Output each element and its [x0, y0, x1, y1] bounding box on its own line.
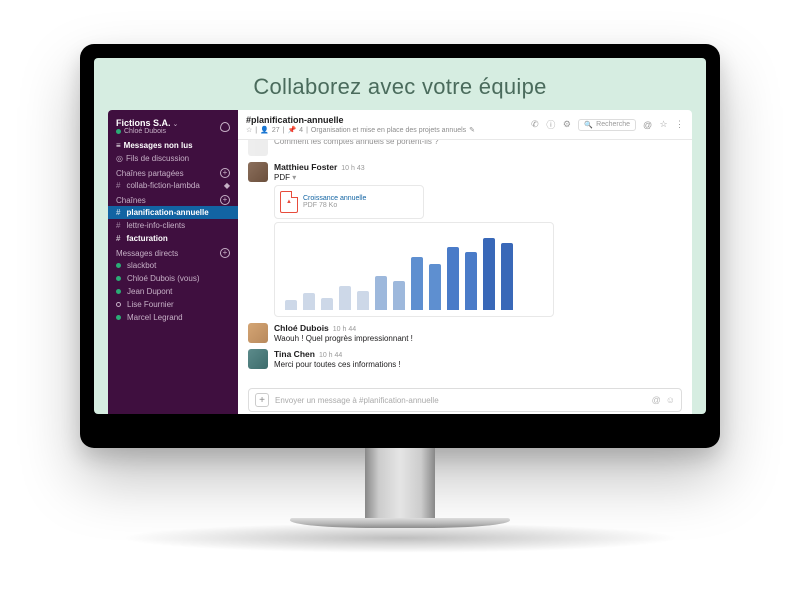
hero-title: Collaborez avec votre équipe: [94, 58, 706, 110]
channel-header: #planification-annuelle ☆ | 👤27 | 📌4 | O…: [238, 110, 692, 140]
pdf-icon: ▲: [280, 191, 298, 213]
unread-label: Messages non lus: [124, 141, 193, 150]
search-placeholder: Recherche: [596, 121, 630, 128]
message-3: Tina Chen 10 h 44 Merci pour toutes ces …: [248, 349, 682, 369]
emoji-icon[interactable]: ☺: [666, 395, 675, 405]
chart-bar: [465, 252, 477, 310]
search-icon: 🔍: [584, 121, 593, 129]
search-input[interactable]: 🔍 Recherche: [578, 119, 636, 131]
members-icon[interactable]: 👤: [260, 126, 269, 134]
message-2: Chloé Dubois 10 h 44 Waouh ! Quel progrè…: [248, 323, 682, 343]
msg-author[interactable]: Matthieu Foster: [274, 162, 337, 172]
chart-bar: [285, 300, 297, 310]
message-1: Matthieu Foster 10 h 43 PDF ▾ ▲ Croissan…: [248, 162, 682, 317]
chart-bar: [501, 243, 513, 310]
threads-link[interactable]: ◎Fils de discussion: [108, 152, 238, 165]
chart-bar: [303, 293, 315, 310]
file-attachment[interactable]: ▲ Croissance annuelle PDF 78 Ko: [274, 185, 424, 219]
more-icon[interactable]: ⋮: [675, 120, 684, 129]
dm-header[interactable]: Messages directs +: [108, 245, 238, 259]
pencil-icon[interactable]: ✎: [469, 126, 475, 134]
file-name: Croissance annuelle: [303, 195, 366, 202]
dm-heading: Messages directs: [116, 249, 178, 258]
chart-bar: [483, 238, 495, 310]
slack-app: Fictions S.A. ⌄ Chloé Dubois ≡Messages n…: [108, 110, 692, 414]
add-channel-icon[interactable]: +: [220, 195, 230, 205]
channel-topic: Organisation et mise en place des projet…: [311, 127, 466, 134]
msg-author[interactable]: Chloé Dubois: [274, 323, 329, 333]
add-dm-icon[interactable]: +: [220, 248, 230, 258]
sidebar-item-collab[interactable]: collab-fiction-lambda◆: [108, 179, 238, 192]
channels-header[interactable]: Chaînes +: [108, 192, 238, 206]
msg-time: 10 h 44: [333, 326, 356, 333]
mention-icon[interactable]: @: [643, 120, 652, 129]
chart-bar: [321, 298, 333, 310]
msg-text: Waouh ! Quel progrès impressionnant !: [274, 334, 682, 343]
msg-text: PDF: [274, 173, 290, 182]
channel-name[interactable]: #planification-annuelle: [246, 115, 475, 125]
prev-msg-text: Comment les comptes annuels se portent-i…: [274, 140, 682, 146]
attach-button[interactable]: +: [255, 393, 269, 407]
channel-actions: ✆ ⓘ ⚙ 🔍 Recherche @ ☆ ⋮: [530, 119, 684, 131]
previous-message: Comment les comptes annuels se portent-i…: [248, 140, 682, 156]
composer-placeholder[interactable]: Envoyer un message à #planification-annu…: [275, 396, 646, 405]
sidebar-item-planification[interactable]: planification-annuelle: [108, 206, 238, 219]
avatar-chloe[interactable]: [248, 323, 268, 343]
unread-messages-link[interactable]: ≡Messages non lus: [108, 139, 238, 152]
star-icon[interactable]: ☆: [246, 126, 252, 134]
sidebar-item-facturation[interactable]: facturation: [108, 232, 238, 245]
monitor-mockup: Collaborez avec votre équipe Fictions S.…: [80, 44, 720, 553]
dm-slackbot[interactable]: slackbot: [108, 259, 238, 272]
msg-author[interactable]: Tina Chen: [274, 349, 315, 359]
chart-bar: [447, 247, 459, 310]
workspace-header[interactable]: Fictions S.A. ⌄ Chloé Dubois: [108, 116, 238, 139]
msg-text: Merci pour toutes ces informations !: [274, 360, 682, 369]
channel-meta: ☆ | 👤27 | 📌4 | Organisation et mise en p…: [246, 126, 475, 134]
screen: Collaborez avec votre équipe Fictions S.…: [94, 58, 706, 414]
floor-shadow: [120, 523, 680, 553]
monitor-bezel: Collaborez avec votre équipe Fictions S.…: [80, 44, 720, 448]
add-shared-icon[interactable]: +: [220, 168, 230, 178]
member-count: 27: [272, 127, 280, 134]
threads-label: Fils de discussion: [126, 154, 189, 163]
msg-time: 10 h 43: [341, 165, 364, 172]
dm-self[interactable]: Chloé Dubois (vous): [108, 272, 238, 285]
chart-bar: [339, 286, 351, 310]
msg-time: 10 h 44: [319, 352, 342, 359]
message-list: Comment les comptes annuels se portent-i…: [238, 140, 692, 382]
avatar-tina[interactable]: [248, 349, 268, 369]
workspace-user: Chloé Dubois: [116, 128, 178, 135]
chart-bar: [393, 281, 405, 310]
pin-icon[interactable]: 📌: [287, 126, 296, 134]
sidebar-item-lettre[interactable]: lettre-info-clients: [108, 219, 238, 232]
info-icon[interactable]: ⓘ: [546, 120, 555, 129]
avatar[interactable]: [248, 140, 268, 156]
avatar-matthieu[interactable]: [248, 162, 268, 182]
chart-bar: [429, 264, 441, 310]
main-panel: #planification-annuelle ☆ | 👤27 | 📌4 | O…: [238, 110, 692, 414]
phone-icon[interactable]: ✆: [530, 120, 539, 129]
shared-heading: Chaînes partagées: [116, 169, 184, 178]
dm-jean[interactable]: Jean Dupont: [108, 285, 238, 298]
sidebar: Fictions S.A. ⌄ Chloé Dubois ≡Messages n…: [108, 110, 238, 414]
chart-preview[interactable]: [274, 222, 554, 317]
chart-bar: [375, 276, 387, 310]
bell-icon[interactable]: [220, 122, 230, 132]
dm-lise[interactable]: Lise Fournier: [108, 298, 238, 311]
chart-bar: [357, 291, 369, 310]
file-size: PDF 78 Ko: [303, 202, 366, 209]
star-action-icon[interactable]: ☆: [659, 120, 668, 129]
shared-channels-header[interactable]: Chaînes partagées +: [108, 165, 238, 179]
monitor-stand: [365, 448, 435, 518]
workspace-name: Fictions S.A.: [116, 118, 171, 128]
dm-marcel[interactable]: Marcel Legrand: [108, 311, 238, 324]
gear-icon[interactable]: ⚙: [562, 120, 571, 129]
message-composer[interactable]: + Envoyer un message à #planification-an…: [248, 388, 682, 412]
pin-count: 4: [299, 127, 303, 134]
chart-bar: [411, 257, 423, 310]
mention-composer-icon[interactable]: @: [652, 395, 661, 405]
channels-heading: Chaînes: [116, 196, 146, 205]
